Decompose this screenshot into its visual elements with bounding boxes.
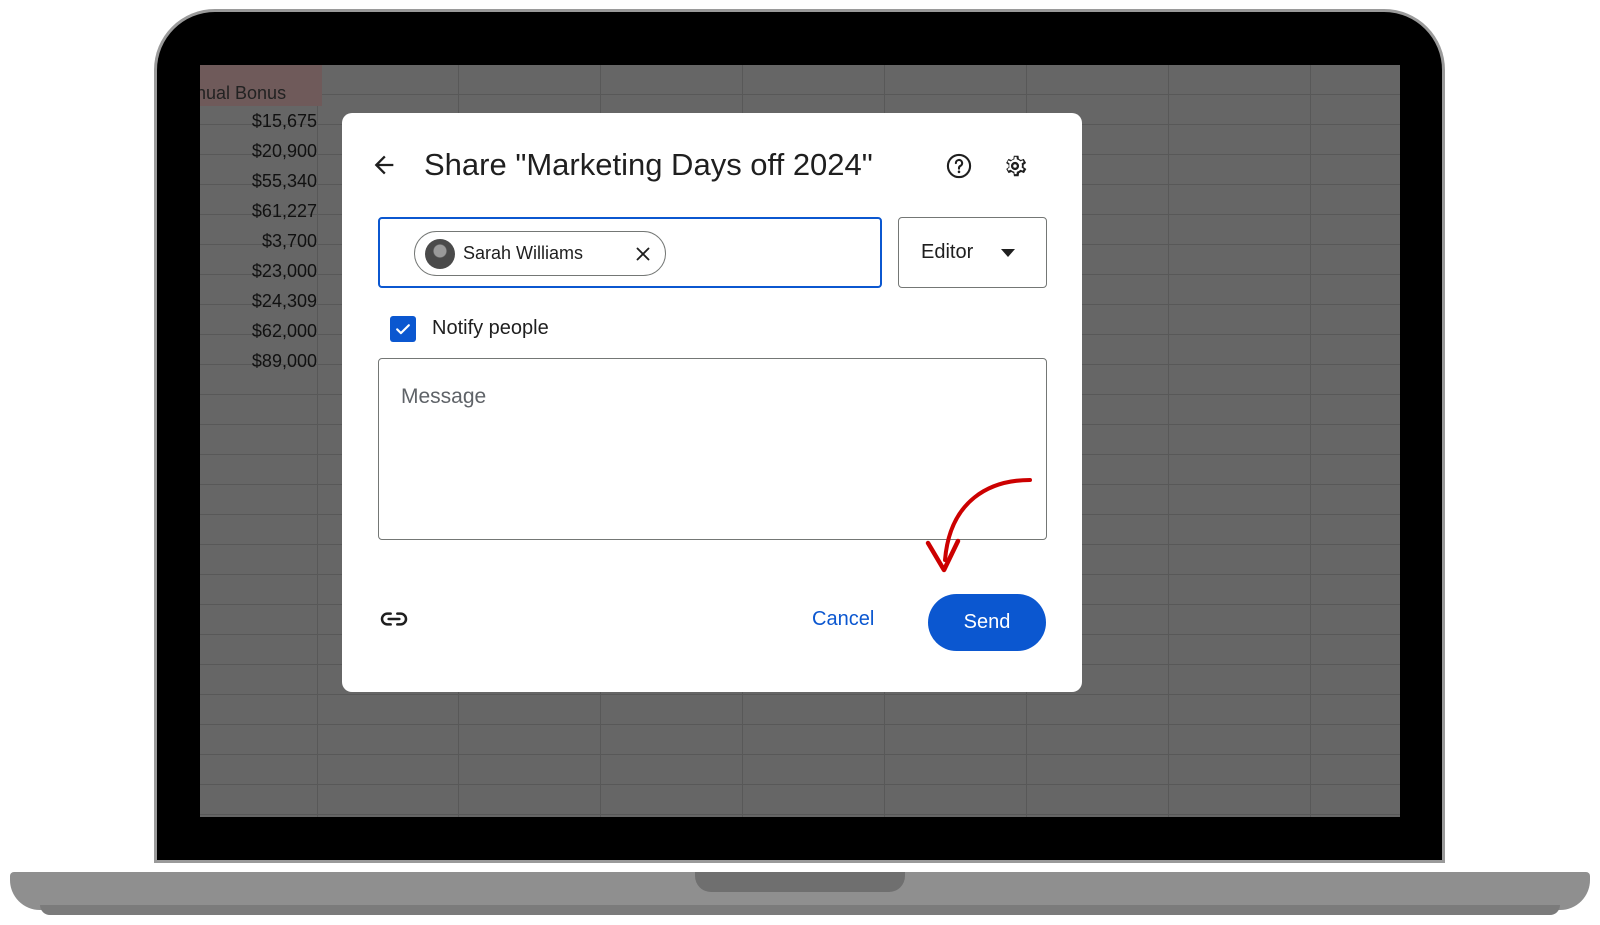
help-button[interactable] xyxy=(940,147,978,185)
cell-value: $23,000 xyxy=(251,261,317,281)
cell-value: $55,340 xyxy=(251,171,317,191)
laptop-base-lip xyxy=(40,905,1560,915)
cell-value: $24,309 xyxy=(251,291,317,311)
gear-icon xyxy=(1006,155,1027,177)
remove-recipient-button[interactable] xyxy=(629,240,657,268)
arrow-left-icon xyxy=(374,155,394,175)
role-selected-value: Editor xyxy=(921,241,974,263)
grid-column-line xyxy=(1168,65,1169,817)
caret-down-icon xyxy=(1001,249,1015,257)
send-button[interactable]: Send xyxy=(928,594,1046,651)
cell-value: $62,000 xyxy=(251,321,317,341)
check-icon xyxy=(396,324,410,335)
notify-people-checkbox[interactable] xyxy=(390,316,416,342)
grid-column-line xyxy=(317,65,318,817)
role-dropdown[interactable]: Editor xyxy=(898,217,1047,288)
recipients-input[interactable]: Sarah Williams xyxy=(378,217,882,288)
settings-button[interactable] xyxy=(996,147,1034,185)
recipient-name: Sarah Williams xyxy=(463,243,584,263)
dialog-title: Share "Marketing Days off 2024" xyxy=(424,147,873,182)
cancel-button[interactable]: Cancel xyxy=(812,608,874,631)
notify-people-label: Notify people xyxy=(432,317,549,339)
column-header-label: nual Bonus xyxy=(200,83,287,103)
column-header-annual-bonus: nual Bonus xyxy=(200,65,322,106)
link-icon xyxy=(380,612,408,626)
copy-link-button[interactable] xyxy=(374,599,414,639)
close-icon xyxy=(636,247,650,261)
cell-value: $20,900 xyxy=(251,141,317,161)
share-dialog: Share "Marketing Days off 2024" Sarah Wi… xyxy=(342,113,1082,692)
cell-value: $89,000 xyxy=(251,351,317,371)
cell-value: $15,675 xyxy=(251,111,317,131)
recipient-chip[interactable]: Sarah Williams xyxy=(414,231,666,276)
message-placeholder: Message xyxy=(401,385,487,408)
back-button[interactable] xyxy=(364,145,404,185)
laptop-notch xyxy=(695,872,905,892)
grid-column-line xyxy=(1310,65,1311,817)
cell-value: $3,700 xyxy=(261,231,317,251)
help-circle-icon xyxy=(946,153,972,179)
annotation-arrow-icon xyxy=(925,478,1032,573)
cell-value: $61,227 xyxy=(251,201,317,221)
avatar xyxy=(425,238,455,269)
